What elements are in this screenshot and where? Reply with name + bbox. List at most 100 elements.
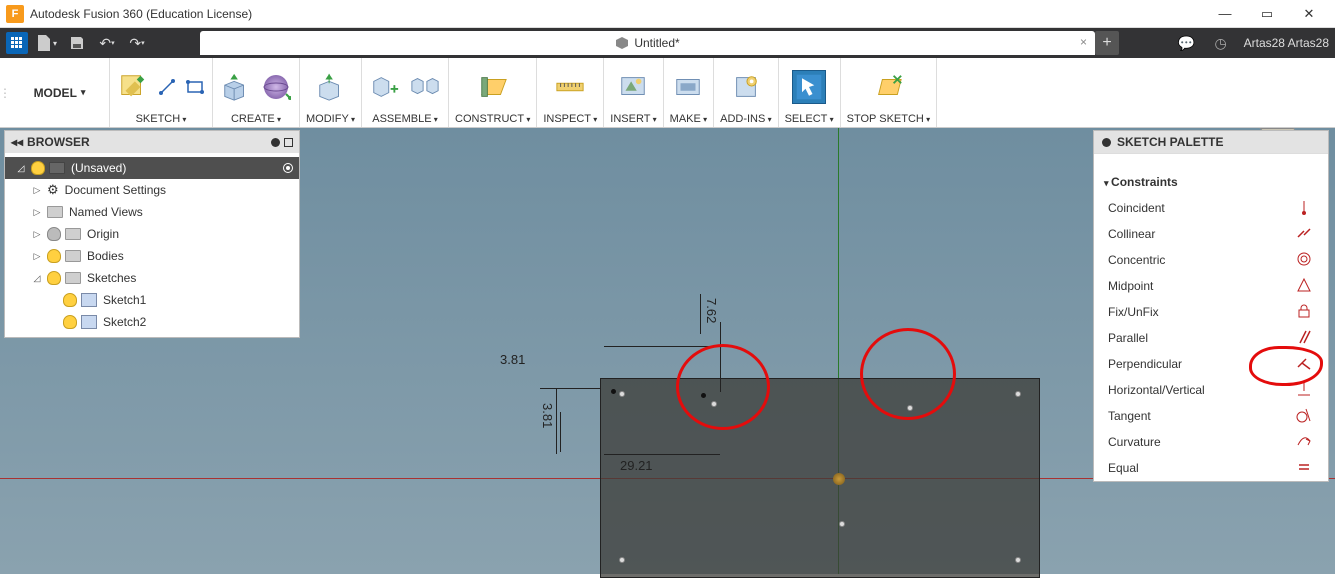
browser-pin-icon[interactable] bbox=[271, 138, 280, 147]
expand-icon[interactable]: ◿ bbox=[15, 163, 27, 174]
browser-item-origin[interactable]: ▷ Origin bbox=[5, 223, 299, 245]
dimension-value[interactable]: 3.81 bbox=[500, 352, 525, 367]
visibility-icon[interactable] bbox=[47, 227, 61, 241]
constraint-fix[interactable]: Fix/UnFix bbox=[1094, 299, 1328, 325]
ribbon-label-insert[interactable]: INSERT bbox=[610, 111, 656, 125]
make-icon[interactable] bbox=[671, 70, 705, 104]
ribbon-drag-handle[interactable]: ⋮ bbox=[0, 58, 10, 127]
insert-icon[interactable] bbox=[616, 70, 650, 104]
constraint-curvature[interactable]: Curvature bbox=[1094, 429, 1328, 455]
workspace-switcher[interactable]: MODEL bbox=[10, 58, 110, 127]
dimension-value[interactable]: 7.62 bbox=[704, 298, 719, 323]
dimension-value[interactable]: 29.21 bbox=[620, 458, 653, 473]
ribbon-group-create: CREATE bbox=[213, 58, 300, 127]
browser-item-bodies[interactable]: ▷ Bodies bbox=[5, 245, 299, 267]
ribbon-label-addins[interactable]: ADD-INS bbox=[720, 111, 771, 125]
sketch-body[interactable] bbox=[600, 378, 1040, 578]
ribbon-label-sketch[interactable]: SKETCH bbox=[136, 111, 187, 125]
constraint-concentric[interactable]: Concentric bbox=[1094, 247, 1328, 273]
browser-item-sketches[interactable]: ◿ Sketches bbox=[5, 267, 299, 289]
ribbon-label-construct[interactable]: CONSTRUCT bbox=[455, 111, 530, 125]
origin-icon[interactable] bbox=[833, 473, 845, 485]
sketch-point[interactable] bbox=[611, 389, 616, 394]
browser-collapse-icon[interactable]: ◂◂ bbox=[11, 135, 23, 149]
new-component-icon[interactable] bbox=[368, 70, 402, 104]
ribbon-toolbar: ⋮ MODEL SKETCH CREATE MODIFY ASSEMBLE bbox=[0, 58, 1335, 128]
folder-icon bbox=[47, 206, 63, 218]
line-tool-icon[interactable] bbox=[156, 76, 178, 98]
ribbon-label-create[interactable]: CREATE bbox=[231, 111, 281, 125]
hole-point[interactable] bbox=[619, 557, 625, 563]
ribbon-label-assemble[interactable]: ASSEMBLE bbox=[372, 111, 438, 125]
sketch-palette[interactable]: SKETCH PALETTE Constraints Coincident Co… bbox=[1093, 130, 1329, 482]
file-menu-button[interactable]: ▾ bbox=[36, 32, 58, 54]
document-tab[interactable]: Untitled* × bbox=[200, 31, 1095, 55]
visibility-icon[interactable] bbox=[63, 315, 77, 329]
ribbon-group-make: MAKE bbox=[664, 58, 714, 127]
expand-icon[interactable]: ▷ bbox=[31, 251, 43, 262]
palette-header[interactable]: SKETCH PALETTE bbox=[1094, 131, 1328, 153]
constraint-tangent[interactable]: Tangent bbox=[1094, 403, 1328, 429]
constraint-midpoint[interactable]: Midpoint bbox=[1094, 273, 1328, 299]
new-tab-button[interactable]: + bbox=[1095, 31, 1119, 55]
create-sketch-icon[interactable] bbox=[116, 70, 150, 104]
expand-icon[interactable]: ▷ bbox=[31, 207, 43, 218]
browser-max-icon[interactable] bbox=[284, 138, 293, 147]
visibility-icon[interactable] bbox=[47, 271, 61, 285]
press-pull-icon[interactable] bbox=[314, 70, 348, 104]
visibility-icon[interactable] bbox=[63, 293, 77, 307]
save-button[interactable] bbox=[66, 32, 88, 54]
hole-point[interactable] bbox=[619, 391, 625, 397]
job-status-icon[interactable]: ◷ bbox=[1210, 32, 1232, 54]
undo-button[interactable]: ↶▾ bbox=[96, 32, 118, 54]
close-button[interactable]: ✕ bbox=[1297, 2, 1321, 26]
browser-item-label: Sketches bbox=[87, 271, 136, 285]
data-panel-button[interactable] bbox=[6, 32, 28, 54]
rectangle-tool-icon[interactable] bbox=[184, 76, 206, 98]
constraint-label: Parallel bbox=[1108, 331, 1148, 345]
select-icon[interactable] bbox=[792, 70, 826, 104]
browser-item-sketch1[interactable]: Sketch1 bbox=[5, 289, 299, 311]
browser-root[interactable]: ◿ (Unsaved) bbox=[5, 157, 299, 179]
redo-button[interactable]: ↷▾ bbox=[126, 32, 148, 54]
minimize-button[interactable]: — bbox=[1213, 2, 1237, 26]
extrude-icon[interactable] bbox=[219, 70, 253, 104]
construct-plane-icon[interactable] bbox=[476, 70, 510, 104]
visibility-icon[interactable] bbox=[47, 249, 61, 263]
notifications-icon[interactable]: 💬 bbox=[1176, 32, 1198, 54]
browser-panel[interactable]: ◂◂ BROWSER ◿ (Unsaved) ▷ ⚙ Document Sett… bbox=[4, 130, 300, 338]
ribbon-label-make[interactable]: MAKE bbox=[670, 111, 707, 125]
visibility-icon[interactable] bbox=[31, 161, 45, 175]
stop-sketch-icon[interactable] bbox=[871, 70, 905, 104]
measure-icon[interactable] bbox=[553, 70, 587, 104]
user-menu[interactable]: Artas28 Artas28 bbox=[1244, 36, 1329, 50]
constraint-coincident[interactable]: Coincident bbox=[1094, 195, 1328, 221]
expand-icon[interactable]: ▷ bbox=[31, 229, 43, 240]
maximize-button[interactable]: ▭ bbox=[1255, 2, 1279, 26]
constraint-collinear[interactable]: Collinear bbox=[1094, 221, 1328, 247]
palette-pin-icon[interactable] bbox=[1102, 138, 1111, 147]
activate-radio[interactable] bbox=[283, 163, 293, 173]
expand-icon[interactable]: ◿ bbox=[31, 273, 43, 284]
hole-point[interactable] bbox=[1015, 557, 1021, 563]
dimension-line[interactable] bbox=[560, 412, 561, 452]
ribbon-label-inspect[interactable]: INSPECT bbox=[543, 111, 597, 125]
palette-section-constraints[interactable]: Constraints bbox=[1094, 169, 1328, 195]
ribbon-label-stop-sketch[interactable]: STOP SKETCH bbox=[847, 111, 930, 125]
joint-icon[interactable] bbox=[408, 70, 442, 104]
addins-icon[interactable] bbox=[729, 70, 763, 104]
hole-point[interactable] bbox=[839, 521, 845, 527]
sphere-icon[interactable] bbox=[259, 70, 293, 104]
browser-header[interactable]: ◂◂ BROWSER bbox=[5, 131, 299, 153]
dimension-value[interactable]: 3.81 bbox=[540, 403, 555, 428]
browser-item-sketch2[interactable]: Sketch2 bbox=[5, 311, 299, 333]
ribbon-label-select[interactable]: SELECT bbox=[785, 111, 834, 125]
expand-icon[interactable]: ▷ bbox=[31, 185, 43, 196]
browser-item-docsettings[interactable]: ▷ ⚙ Document Settings bbox=[5, 179, 299, 201]
ribbon-label-modify[interactable]: MODIFY bbox=[306, 111, 355, 125]
constraint-label: Collinear bbox=[1108, 227, 1155, 241]
browser-item-namedviews[interactable]: ▷ Named Views bbox=[5, 201, 299, 223]
tab-close-icon[interactable]: × bbox=[1080, 35, 1087, 49]
constraint-equal[interactable]: Equal bbox=[1094, 455, 1328, 481]
hole-point[interactable] bbox=[1015, 391, 1021, 397]
